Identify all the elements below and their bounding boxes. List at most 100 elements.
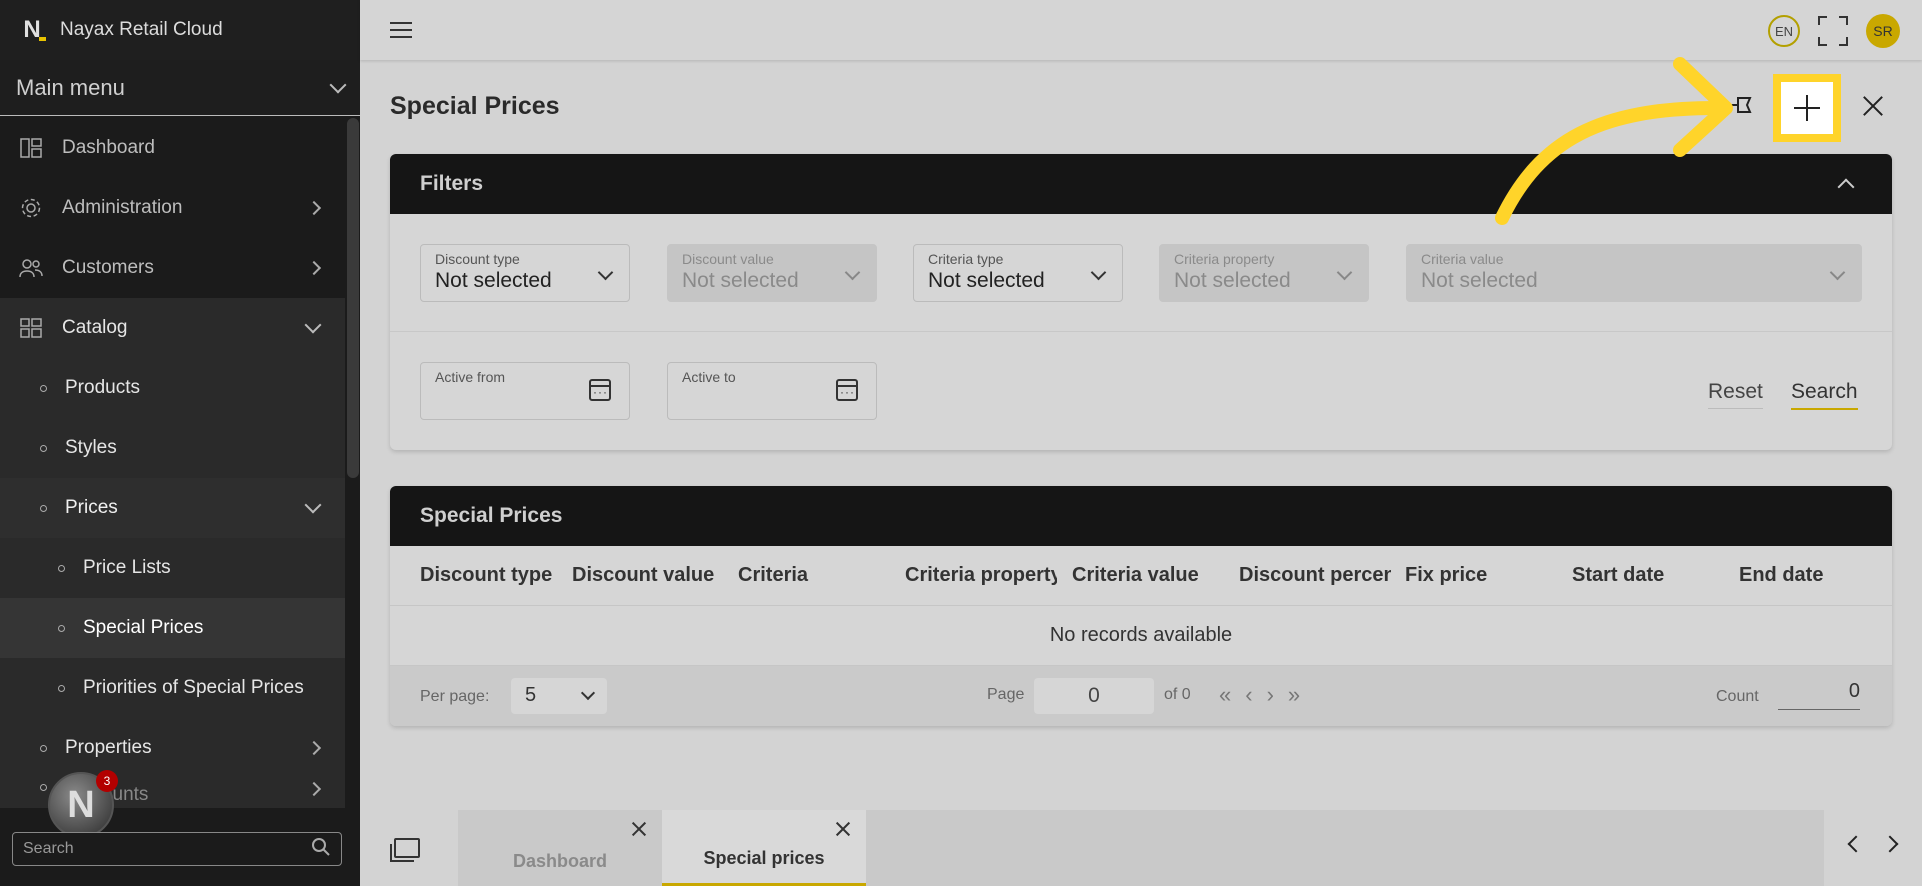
sidebar-item-styles[interactable]: Styles (0, 418, 345, 478)
windows-icon[interactable] (390, 838, 420, 862)
close-icon[interactable] (836, 822, 850, 836)
page-navigation: «‹›» (1219, 682, 1314, 708)
sidebar-item-catalog[interactable]: Catalog (0, 298, 345, 358)
sidebar-item-priorities-of-special-prices[interactable]: Priorities of Special Prices (0, 658, 345, 718)
column-header[interactable]: End date (1739, 564, 1889, 587)
close-icon[interactable] (1862, 95, 1884, 117)
table-header: Special Prices (390, 486, 1892, 546)
bottom-tab-bar: Dashboard Special prices (360, 808, 1922, 886)
search-button[interactable]: Search (1791, 380, 1858, 410)
sidebar-item-dashboard[interactable]: Dashboard (0, 118, 345, 178)
field-label: Active from (435, 369, 506, 385)
sidebar-menu: Dashboard Administration Customers Catal… (0, 118, 345, 808)
sidebar-item-products[interactable]: Products (0, 358, 345, 418)
sidebar-item-label: Products (65, 377, 140, 398)
page-input[interactable]: 0 (1034, 678, 1154, 714)
dashboard-icon (18, 137, 44, 159)
language-selector[interactable]: EN (1768, 15, 1800, 47)
criteria-type-select[interactable]: Criteria type Not selected (913, 244, 1123, 302)
sidebar-item-label: Priorities of Special Prices (83, 677, 304, 698)
discount-value-select[interactable]: Discount value Not selected (667, 244, 877, 302)
search-placeholder: Search (23, 840, 74, 857)
page-label: Page (987, 686, 1025, 703)
main-menu-toggle[interactable]: Main menu (0, 60, 360, 116)
sidebar-item-special-prices[interactable]: Special Prices (0, 598, 345, 658)
field-label: Active to (682, 369, 736, 385)
field-value: Not selected (1174, 269, 1291, 292)
tab-dashboard[interactable]: Dashboard (458, 810, 662, 886)
add-button[interactable] (1773, 74, 1841, 142)
empty-state: No records available (390, 606, 1892, 666)
search-icon (311, 837, 331, 862)
field-value: Not selected (928, 269, 1045, 292)
calendar-icon[interactable] (836, 379, 858, 401)
sidebar-item-properties[interactable]: Properties (0, 718, 345, 778)
prev-page-icon[interactable]: ‹ (1245, 682, 1266, 707)
table-column-headers: Discount type Discount value Criteria Cr… (390, 546, 1892, 606)
sidebar-item-label: Styles (65, 437, 117, 458)
users-icon (18, 257, 44, 279)
tab-label: Dashboard (512, 851, 608, 871)
chevron-down-icon (304, 496, 322, 514)
last-page-icon[interactable]: » (1288, 682, 1314, 707)
page-title: Special Prices (390, 92, 560, 120)
top-bar: EN SR (360, 0, 1922, 60)
sidebar-item-label: Customers (62, 257, 154, 278)
sidebar-item-customers[interactable]: Customers (0, 238, 345, 298)
count-label: Count (1716, 688, 1759, 705)
discount-type-select[interactable]: Discount type Not selected (420, 244, 630, 302)
criteria-property-select[interactable]: Criteria property Not selected (1159, 244, 1369, 302)
sidebar-item-price-lists[interactable]: Price Lists (0, 538, 345, 598)
active-from-date-input[interactable]: Active from (420, 362, 630, 420)
column-header[interactable]: Criteria value (1072, 564, 1222, 587)
user-avatar[interactable]: SR (1866, 14, 1900, 48)
chevron-left-icon[interactable] (1847, 835, 1865, 853)
chevron-down-icon (304, 316, 322, 334)
sidebar-search-input[interactable]: Search (12, 832, 342, 866)
first-page-icon[interactable]: « (1219, 682, 1245, 707)
active-to-date-input[interactable]: Active to (667, 362, 877, 420)
sidebar-item-administration[interactable]: Administration (0, 178, 345, 238)
criteria-value-select[interactable]: Criteria value Not selected (1406, 244, 1862, 302)
pin-icon[interactable] (1728, 92, 1756, 118)
per-page-select[interactable]: 5 (511, 678, 607, 714)
chevron-up-icon[interactable] (1837, 178, 1855, 196)
fullscreen-icon[interactable] (1818, 16, 1848, 46)
next-page-icon[interactable]: › (1267, 682, 1288, 707)
column-header[interactable]: Start date (1572, 564, 1722, 587)
reset-button[interactable]: Reset (1708, 380, 1763, 409)
brand[interactable]: N Nayax Retail Cloud (0, 0, 360, 60)
pagination: Per page: 5 Page 0 of 0 «‹›» Count 0 (390, 666, 1892, 726)
tab-label: Special prices (703, 848, 825, 868)
column-header[interactable]: Discount value (572, 564, 728, 587)
column-header[interactable]: Discount percent (1239, 564, 1391, 587)
sidebar-scrollbar[interactable] (347, 118, 359, 478)
notification-badge: 3 (96, 770, 118, 792)
bullet-icon (58, 564, 65, 572)
calendar-icon[interactable] (589, 379, 611, 401)
bullet-icon (40, 784, 47, 791)
field-value: Not selected (1421, 269, 1538, 292)
chevron-right-icon (306, 260, 322, 276)
sidebar-item-label: Administration (62, 197, 183, 218)
gear-icon (18, 197, 44, 219)
close-icon[interactable] (632, 822, 646, 836)
sidebar-item-label: Prices (65, 497, 118, 518)
column-header[interactable]: Criteria (738, 564, 888, 587)
tab-strip: Dashboard Special prices (458, 810, 1824, 886)
tab-special-prices[interactable]: Special prices (662, 810, 866, 886)
chevron-down-icon (580, 685, 596, 701)
field-value: Not selected (435, 269, 552, 292)
hamburger-menu-icon[interactable] (390, 17, 412, 43)
field-label: Criteria type (928, 251, 1004, 267)
field-label: Criteria property (1174, 251, 1275, 267)
filters-title: Filters (420, 172, 484, 195)
bullet-icon (58, 624, 65, 632)
bullet-icon (40, 504, 47, 512)
sidebar-item-prices[interactable]: Prices (0, 478, 345, 538)
filters-header[interactable]: Filters (390, 154, 1892, 214)
column-header[interactable]: Discount type (420, 564, 558, 587)
column-header[interactable]: Criteria property (905, 564, 1057, 587)
chevron-right-icon[interactable] (1881, 835, 1899, 853)
column-header[interactable]: Fix price (1405, 564, 1555, 587)
